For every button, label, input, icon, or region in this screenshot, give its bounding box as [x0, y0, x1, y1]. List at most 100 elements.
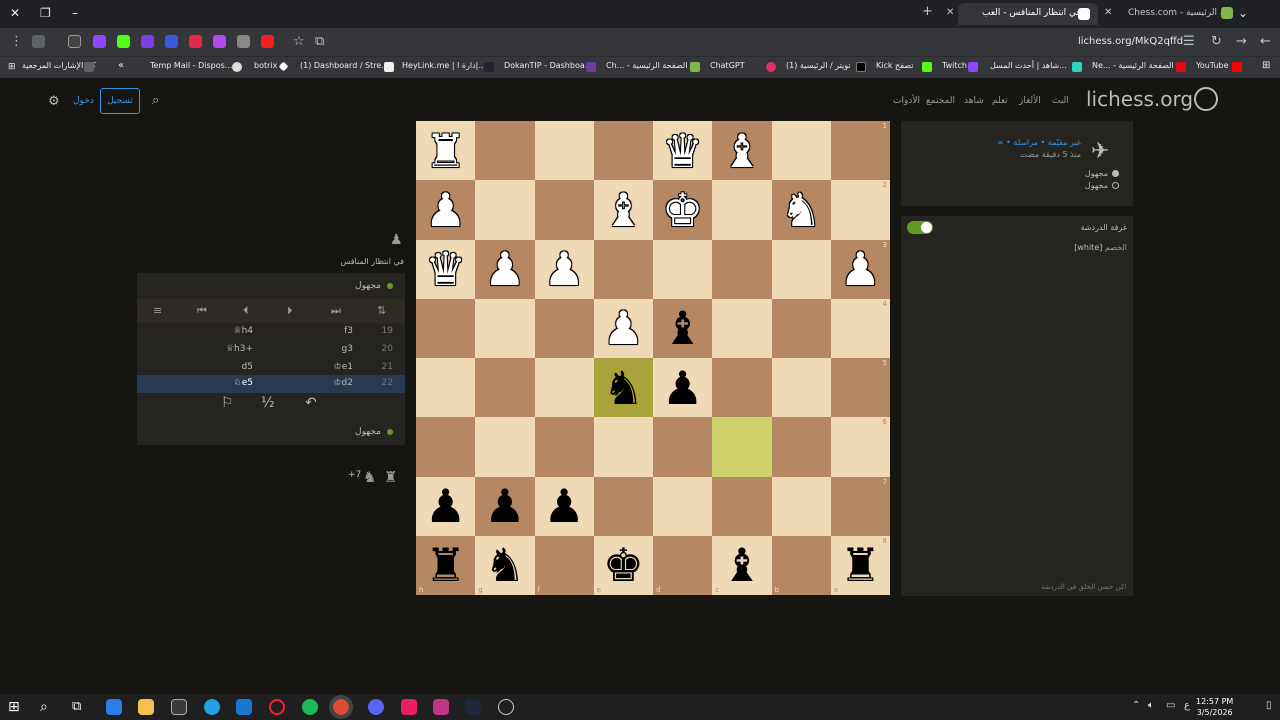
board-square[interactable] — [534, 358, 594, 418]
black-knight-icon[interactable]: ♞ — [603, 365, 644, 411]
board-square[interactable] — [475, 358, 535, 418]
settings-gear-icon[interactable]: ⚙ — [48, 94, 60, 109]
white-bishop-icon[interactable]: ♝ — [721, 128, 762, 174]
tab-search-icon[interactable]: ⌄ — [1238, 6, 1248, 20]
board-square[interactable]: 1 — [830, 121, 890, 181]
edge-icon[interactable] — [204, 699, 220, 715]
bookmark-star-icon[interactable]: ☆ — [293, 34, 305, 49]
nav-puzzles[interactable]: الألغاز — [1019, 96, 1041, 106]
tab-close-icon[interactable]: ✕ — [1104, 7, 1112, 18]
board-square[interactable] — [475, 180, 535, 240]
url-text[interactable]: lichess.org/MkQ2qffd — [1078, 36, 1183, 47]
file-explorer-icon[interactable] — [138, 699, 154, 715]
lichess-logo-icon[interactable] — [1194, 87, 1218, 111]
white-pawn-icon[interactable]: ♟ — [425, 187, 466, 233]
close-window-icon[interactable]: ✕ — [10, 6, 20, 20]
white-king-icon[interactable]: ♚ — [662, 187, 703, 233]
board-square[interactable]: ♟ — [475, 476, 535, 536]
board-square[interactable]: ♝ — [593, 180, 653, 240]
site-settings-icon[interactable]: ☰ — [1183, 34, 1195, 49]
board-square[interactable] — [416, 358, 476, 418]
board-square[interactable] — [593, 121, 653, 181]
black-knight-icon[interactable]: ♞ — [484, 542, 525, 588]
reload-icon[interactable]: ↻ — [1211, 34, 1222, 49]
black-pawn-icon[interactable]: ♟ — [544, 483, 585, 529]
board-square[interactable]: ♜ — [416, 121, 476, 181]
board-square[interactable]: ♟ — [416, 476, 476, 536]
app-icon[interactable] — [433, 699, 449, 715]
info-player-name[interactable]: مجهول — [1085, 169, 1108, 178]
ext-icon[interactable] — [189, 35, 202, 48]
store-icon[interactable] — [171, 699, 187, 715]
board-square[interactable]: b — [771, 535, 831, 595]
nav-community[interactable]: المجتمع — [926, 96, 955, 106]
bookmark-chatgpt[interactable]: ChatGPT — [710, 61, 745, 70]
resign-flag-icon[interactable]: ⚐ — [221, 395, 234, 411]
board-square[interactable] — [653, 239, 713, 299]
board-square[interactable]: ♟ — [534, 239, 594, 299]
board-square[interactable]: ♝ — [653, 298, 713, 358]
move-white[interactable]: ♔e1 — [333, 362, 353, 372]
board-square[interactable]: ♝ — [712, 121, 772, 181]
board-square[interactable] — [771, 417, 831, 477]
steam-icon[interactable] — [465, 699, 481, 715]
chevron-more-icon[interactable]: « — [118, 60, 124, 71]
move-white[interactable]: f3 — [333, 326, 353, 336]
white-queen-icon[interactable]: ♛ — [425, 246, 466, 292]
obs-icon[interactable] — [498, 699, 514, 715]
search-icon[interactable]: ⌕ — [152, 93, 159, 108]
white-pawn-icon[interactable]: ♟ — [544, 246, 585, 292]
board-square[interactable]: ♞ — [593, 358, 653, 418]
board-square[interactable]: ♞ — [771, 180, 831, 240]
nav-tools[interactable]: الأدوات — [893, 96, 920, 106]
twitch-ext-icon[interactable] — [93, 35, 106, 48]
input-lang[interactable]: ع — [1184, 700, 1190, 711]
board-square[interactable] — [712, 298, 772, 358]
adblock-ext-icon[interactable] — [261, 35, 274, 48]
maximize-icon[interactable]: ❐ — [40, 6, 51, 20]
board-square[interactable] — [593, 476, 653, 536]
discord-icon[interactable] — [368, 699, 384, 715]
black-pawn-icon[interactable]: ♟ — [662, 365, 703, 411]
next-move-icon[interactable]: ⏵ — [287, 304, 293, 318]
menu-icon[interactable]: ≡ — [153, 304, 162, 317]
share-icon[interactable]: ⧉ — [315, 34, 324, 49]
last-move-icon[interactable]: ⏭ — [331, 304, 341, 318]
move-black[interactable]: ♕h3+ — [223, 344, 253, 354]
board-square[interactable] — [712, 476, 772, 536]
board-square[interactable]: ♛ — [653, 121, 713, 181]
board-square[interactable]: ♟ — [653, 358, 713, 418]
menu-dots-icon[interactable]: ⋮ — [10, 34, 23, 49]
white-bishop-icon[interactable]: ♝ — [603, 187, 644, 233]
tab-lichess[interactable]: في انتظار المنافس - العب... — [958, 3, 1098, 25]
board-square[interactable] — [534, 298, 594, 358]
white-knight-icon[interactable]: ♞ — [781, 187, 822, 233]
white-pawn-icon[interactable]: ♟ — [840, 246, 881, 292]
board-square[interactable] — [416, 298, 476, 358]
chrome-icon[interactable] — [329, 695, 353, 719]
offer-draw-button[interactable]: ½ — [261, 395, 275, 411]
board-square[interactable]: 6 — [830, 417, 890, 477]
nav-watch-live[interactable]: شاهد — [964, 96, 984, 106]
extensions-icon[interactable] — [68, 35, 81, 48]
move-row[interactable]: ♕h3+ g3 20 — [137, 341, 405, 359]
move-row-current[interactable]: ♘e5 ♔d2 22 — [137, 375, 405, 393]
bookmark-shahid[interactable]: شاهد | أحدث المسل... — [990, 61, 1067, 70]
move-white[interactable]: g3 — [333, 344, 353, 354]
black-bishop-icon[interactable]: ♝ — [662, 305, 703, 351]
board-square[interactable]: ♜ h — [416, 535, 476, 595]
white-rook-icon[interactable]: ♜ — [425, 128, 466, 174]
board-square[interactable]: ♛ — [416, 239, 476, 299]
ext-icon[interactable] — [213, 35, 226, 48]
white-pawn-icon[interactable]: ♟ — [484, 246, 525, 292]
bookmark-youtube[interactable]: YouTube — [1196, 61, 1229, 70]
tray-chevron-icon[interactable]: ⌃ — [1132, 700, 1140, 711]
board-square[interactable]: f — [534, 535, 594, 595]
board-square[interactable] — [712, 358, 772, 418]
copilot-icon[interactable] — [106, 699, 122, 715]
board-square[interactable] — [712, 417, 772, 477]
bookmark-twitch[interactable]: Twitch — [942, 61, 967, 70]
system-clock[interactable]: 12:57 PM 3/5/2026 — [1196, 696, 1233, 718]
bookmark-tempmail[interactable]: Temp Mail - Dispos... — [150, 61, 232, 70]
forward-icon[interactable]: → — [1236, 34, 1247, 49]
